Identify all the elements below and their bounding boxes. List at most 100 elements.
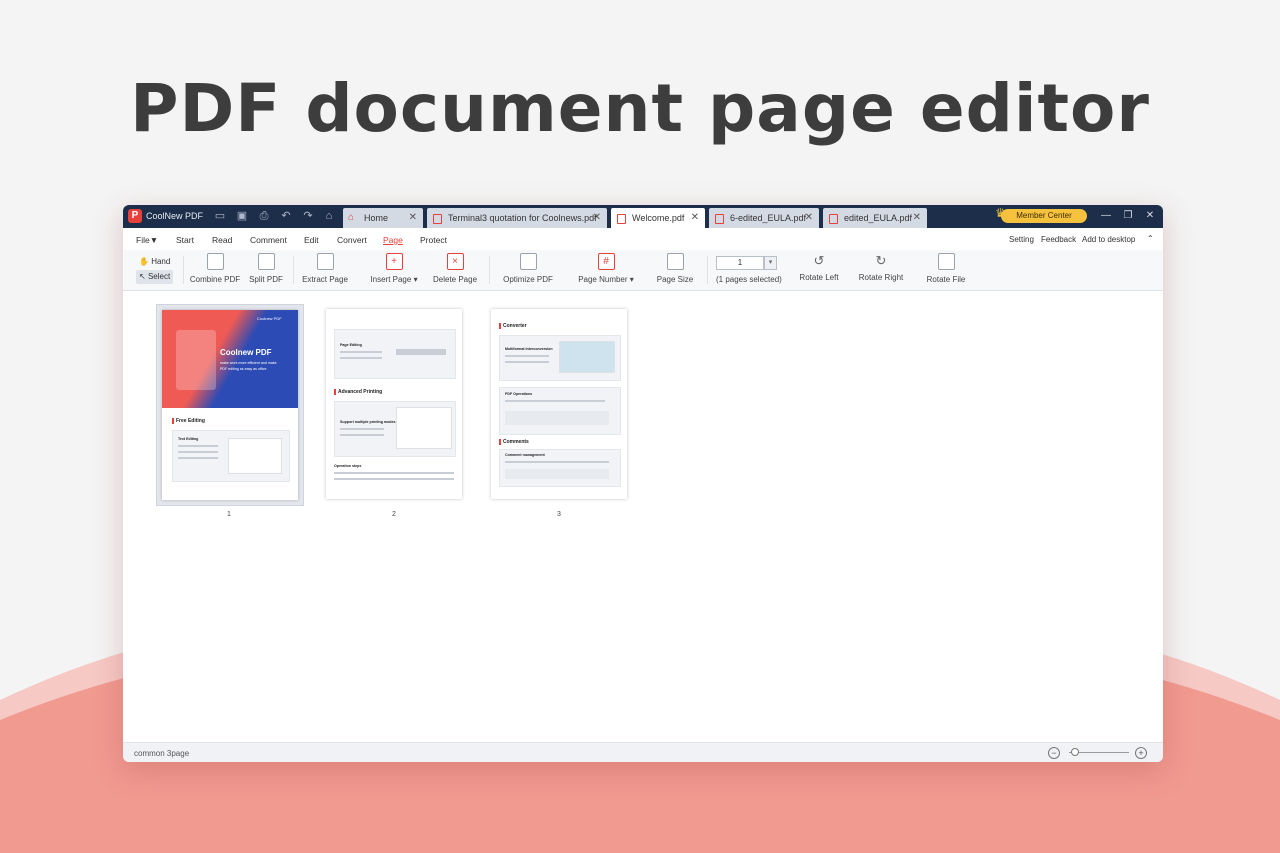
tab-edited-eula[interactable]: edited_EULA.pdf ✕ [823, 208, 927, 228]
menu-page[interactable]: Page [383, 235, 403, 245]
page-size-label: Page Size [656, 275, 694, 284]
text-line [505, 461, 609, 463]
page-size-button[interactable]: Page Size [655, 253, 695, 284]
card-title: Multiformat Interconversion [505, 347, 553, 351]
add-to-desktop-link[interactable]: Add to desktop [1082, 235, 1135, 244]
combine-pdf-label: Combine PDF [189, 275, 241, 284]
section-title: Converter [503, 323, 527, 329]
tab-label: 6-edited_EULA.pdf [730, 213, 807, 223]
menu-start[interactable]: Start [176, 235, 194, 245]
rotate-left-icon: ↺ [813, 253, 825, 268]
extract-page-label: Extract Page [302, 275, 348, 284]
collapse-ribbon-icon[interactable]: ⌃ [1147, 234, 1154, 243]
rotate-file-label: Rotate File [926, 275, 966, 284]
page-grid-preview [396, 349, 446, 355]
text-line [178, 445, 218, 447]
insert-page-icon: + [385, 253, 403, 270]
section-marker [499, 439, 501, 445]
member-center-button[interactable]: Member Center [1001, 209, 1087, 223]
rotate-right-icon: ↻ [875, 253, 887, 268]
redo-icon[interactable]: ↷ [301, 209, 315, 223]
select-tool[interactable]: ↖ Select [136, 270, 174, 284]
save-icon[interactable]: ▣ [235, 209, 249, 223]
pdf-file-icon [715, 214, 724, 224]
page-number-icon: # [597, 253, 615, 270]
screenshot-preview [228, 438, 282, 474]
page-number-1: 1 [227, 511, 231, 518]
minimize-button[interactable]: — [1099, 209, 1113, 223]
tab-terminal3-quotation[interactable]: Terminal3 quotation for Coolnews.pdf ✕ [427, 208, 607, 228]
rotate-right-button[interactable]: ↻ Rotate Right [855, 253, 907, 282]
select-label: Select [147, 272, 171, 281]
rotate-left-button[interactable]: ↺ Rotate Left [795, 253, 843, 282]
cover-brand: Coolnew PDF [257, 316, 282, 321]
close-icon[interactable]: ✕ [593, 208, 601, 228]
tab-label: Home [364, 213, 389, 223]
menu-file[interactable]: File▼ [136, 235, 158, 245]
restore-button[interactable]: ❐ [1121, 209, 1135, 223]
home-circle-icon[interactable]: ⌂ [322, 209, 336, 223]
text-line [340, 428, 384, 430]
text-line [178, 451, 218, 453]
section-marker [499, 323, 501, 329]
card-title: Page Editing [340, 343, 362, 347]
zoom-slider-handle[interactable] [1071, 748, 1079, 756]
page-thumbnail-2[interactable]: Page Editing Advanced Printing Support m… [321, 304, 467, 504]
hand-tool[interactable]: ✋ Hand [136, 255, 173, 269]
optimize-pdf-button[interactable]: Optimize PDF [501, 253, 555, 284]
menu-comment[interactable]: Comment [250, 235, 287, 245]
section-marker [334, 389, 336, 395]
menu-read[interactable]: Read [212, 235, 232, 245]
tab-label: Terminal3 quotation for Coolnews.pdf [448, 213, 597, 223]
cover-title: Coolnew PDF [220, 348, 272, 357]
split-pdf-button[interactable]: Split PDF [245, 253, 287, 284]
text-line [334, 472, 454, 474]
page-range-dropdown[interactable]: ▾ [764, 256, 777, 270]
rotate-file-button[interactable]: Rotate File [923, 253, 969, 284]
page-preview: Coolnew PDF Coolnew PDF make work more e… [162, 310, 298, 500]
zoom-in-button[interactable]: + [1135, 747, 1147, 759]
open-folder-icon[interactable]: ▭ [213, 209, 227, 223]
feedback-link[interactable]: Feedback [1041, 235, 1076, 244]
page-thumbnail-1[interactable]: Coolnew PDF Coolnew PDF make work more e… [156, 304, 304, 506]
setting-link[interactable]: Setting [1009, 235, 1034, 244]
menu-edit[interactable]: Edit [304, 235, 319, 245]
section-title: Advanced Printing [338, 389, 383, 395]
rotate-right-label: Rotate Right [858, 273, 904, 282]
delete-page-button[interactable]: × Delete Page [431, 253, 479, 284]
tab-home[interactable]: ⌂ Home ✕ [343, 208, 423, 228]
toolbar-preview [505, 411, 609, 425]
insert-page-label: Insert Page ▾ [370, 275, 418, 284]
close-icon[interactable]: ✕ [913, 208, 921, 228]
toolbar-separator [489, 256, 490, 284]
page-number-button[interactable]: # Page Number ▾ [575, 253, 637, 284]
close-icon[interactable]: ✕ [409, 208, 417, 228]
undo-icon[interactable]: ↶ [279, 209, 293, 223]
combine-pdf-button[interactable]: Combine PDF [189, 253, 241, 284]
page-preview: Page Editing Advanced Printing Support m… [326, 309, 462, 499]
delete-page-label: Delete Page [432, 275, 478, 284]
menu-protect[interactable]: Protect [420, 235, 447, 245]
tab-6-edited-eula[interactable]: 6-edited_EULA.pdf ✕ [709, 208, 819, 228]
zoom-out-button[interactable]: − [1048, 747, 1060, 759]
close-window-button[interactable]: ✕ [1143, 209, 1157, 223]
card-title: PDF Operations [505, 392, 533, 396]
footer-title: Operation steps [334, 464, 362, 468]
tab-welcome[interactable]: Welcome.pdf ✕ [611, 208, 705, 228]
page-thumbnail-3[interactable]: Converter Multiformat Interconversion PD… [486, 304, 632, 504]
extract-page-button[interactable]: Extract Page [301, 253, 349, 284]
insert-page-button[interactable]: + Insert Page ▾ [367, 253, 421, 284]
page-headline: PDF document page editor [130, 70, 1150, 147]
delete-page-icon: × [446, 253, 464, 270]
card-title: Comment management [505, 453, 545, 457]
toolbar-separator [293, 256, 294, 284]
optimize-pdf-label: Optimize PDF [503, 275, 553, 284]
menu-convert[interactable]: Convert [337, 235, 367, 245]
page-preview: Converter Multiformat Interconversion PD… [491, 309, 627, 499]
print-icon[interactable]: ⎙ [257, 209, 271, 223]
page-range-input[interactable]: 1 [716, 256, 764, 270]
close-icon[interactable]: ✕ [805, 208, 813, 228]
toolbar-preview [505, 469, 609, 479]
close-icon[interactable]: ✕ [691, 208, 699, 228]
home-icon: ⌂ [348, 212, 355, 223]
